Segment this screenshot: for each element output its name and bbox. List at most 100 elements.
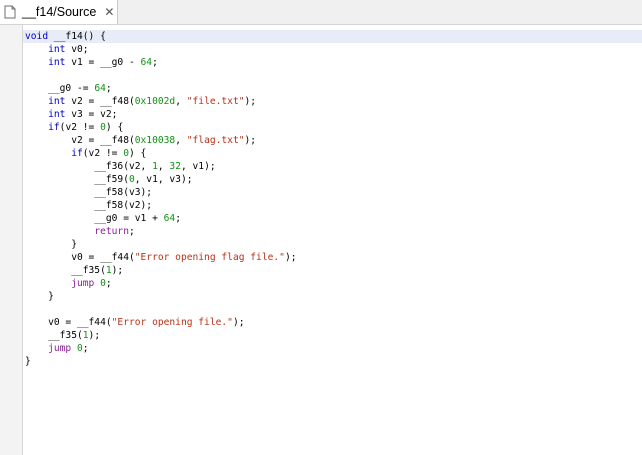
code-token: v0 = __f44( — [25, 252, 135, 263]
code-token: } — [25, 239, 77, 250]
code-token: , — [157, 161, 170, 172]
code-token: ) { — [129, 148, 147, 159]
code-token: int — [48, 109, 66, 120]
code-token: v2 = __f48( — [65, 96, 135, 107]
code-line[interactable]: __f35(1); — [25, 329, 297, 342]
code-token: jump — [48, 343, 72, 354]
code-token: v2 = __f48( — [25, 135, 135, 146]
tab-bar: __f14/Source ✕ — [0, 0, 642, 25]
code-token: __f36(v2, — [25, 161, 153, 172]
code-line[interactable] — [25, 303, 297, 316]
code-line[interactable]: __f36(v2, 1, 32, v1); — [25, 160, 297, 173]
code-token: jump — [71, 278, 95, 289]
code-token: void — [25, 31, 49, 42]
code-token: ); — [111, 265, 124, 276]
code-token: (v2 != — [59, 122, 101, 133]
code-token: __f58(v2); — [25, 200, 153, 211]
code-line[interactable]: } — [25, 290, 297, 303]
code-token: ); — [284, 252, 297, 263]
code-token: v0 = __f44( — [25, 317, 112, 328]
code-line[interactable]: if(v2 != 0) { — [25, 121, 297, 134]
code-token: ; — [82, 343, 89, 354]
code-token: __f35( — [25, 330, 83, 341]
code-line[interactable]: jump 0; — [25, 342, 297, 355]
code-line[interactable]: int v0; — [25, 43, 297, 56]
code-token: } — [25, 291, 54, 302]
code-line[interactable]: __f58(v3); — [25, 186, 297, 199]
code-line[interactable]: v2 = __f48(0x10038, "flag.txt"); — [25, 134, 297, 147]
code-token: "Error opening file." — [111, 317, 233, 328]
code-line[interactable]: int v2 = __f48(0x1002d, "file.txt"); — [25, 95, 297, 108]
code-line[interactable]: v0 = __f44("Error opening file."); — [25, 316, 297, 329]
code-token: , — [175, 96, 187, 107]
code-token: ; — [105, 83, 112, 94]
code-token: , — [175, 135, 187, 146]
code-line[interactable]: int v1 = __g0 - 64; — [25, 56, 297, 69]
code-token: return — [94, 226, 129, 237]
code-token: if — [71, 148, 83, 159]
code-line[interactable]: return; — [25, 225, 297, 238]
code-token: __f58(v3); — [25, 187, 153, 198]
code-token: v0; — [65, 44, 89, 55]
code-line[interactable]: v0 = __f44("Error opening flag file."); — [25, 251, 297, 264]
code-token: (v2 != — [82, 148, 124, 159]
line-gutter — [0, 25, 23, 455]
code-token: "flag.txt" — [186, 135, 245, 146]
code-line[interactable]: __f58(v2); — [25, 199, 297, 212]
code-editor[interactable]: void __f14() { int v0; int v1 = __g0 - 6… — [23, 25, 642, 455]
code-token: "file.txt" — [186, 96, 245, 107]
code-token: } — [25, 356, 31, 367]
code-token: , v1, v3); — [134, 174, 193, 185]
code-token: 64 — [163, 213, 176, 224]
code-token: 0x1002d — [134, 96, 176, 107]
code-line[interactable]: __g0 -= 64; — [25, 82, 297, 95]
code-line[interactable] — [25, 69, 297, 82]
code-line[interactable]: } — [25, 355, 297, 368]
code-token: 32 — [169, 161, 181, 172]
code-token: 64 — [140, 57, 153, 68]
code-token: 64 — [94, 83, 106, 94]
code-token: "Error opening flag file." — [134, 252, 285, 263]
code-token: , v1); — [180, 161, 216, 172]
source-code[interactable]: void __f14() { int v0; int v1 = __g0 - 6… — [25, 30, 297, 368]
code-token: int — [48, 96, 66, 107]
code-token: ); — [244, 135, 257, 146]
code-token: ); — [88, 330, 101, 341]
code-token: ; — [128, 226, 135, 237]
code-token: ); — [244, 96, 257, 107]
code-line[interactable]: __f35(1); — [25, 264, 297, 277]
code-line[interactable]: } — [25, 238, 297, 251]
code-token: ) { — [105, 122, 124, 133]
code-line[interactable]: void __f14() { — [25, 30, 297, 43]
close-icon[interactable]: ✕ — [104, 5, 114, 19]
code-token: ; — [105, 278, 112, 289]
code-token: v3 = v2; — [65, 109, 118, 120]
code-token: int — [48, 44, 66, 55]
code-token: __f14() { — [48, 31, 106, 42]
code-line[interactable]: int v3 = v2; — [25, 108, 297, 121]
code-token: __g0 = v1 + — [25, 213, 164, 224]
tab-title: __f14/Source — [22, 5, 97, 19]
code-token: ; — [152, 57, 158, 68]
code-line[interactable]: if(v2 != 0) { — [25, 147, 297, 160]
code-token: v1 = __g0 - — [65, 57, 141, 68]
tab-source[interactable]: __f14/Source ✕ — [0, 0, 118, 24]
code-token: ); — [232, 317, 245, 328]
code-line[interactable]: __f59(0, v1, v3); — [25, 173, 297, 186]
document-icon — [4, 5, 16, 19]
code-token: int — [48, 57, 66, 68]
code-line[interactable]: __g0 = v1 + 64; — [25, 212, 297, 225]
code-line[interactable]: jump 0; — [25, 277, 297, 290]
code-token: 0x10038 — [134, 135, 176, 146]
code-token: __g0 -= — [25, 83, 95, 94]
code-token: if — [48, 122, 60, 133]
